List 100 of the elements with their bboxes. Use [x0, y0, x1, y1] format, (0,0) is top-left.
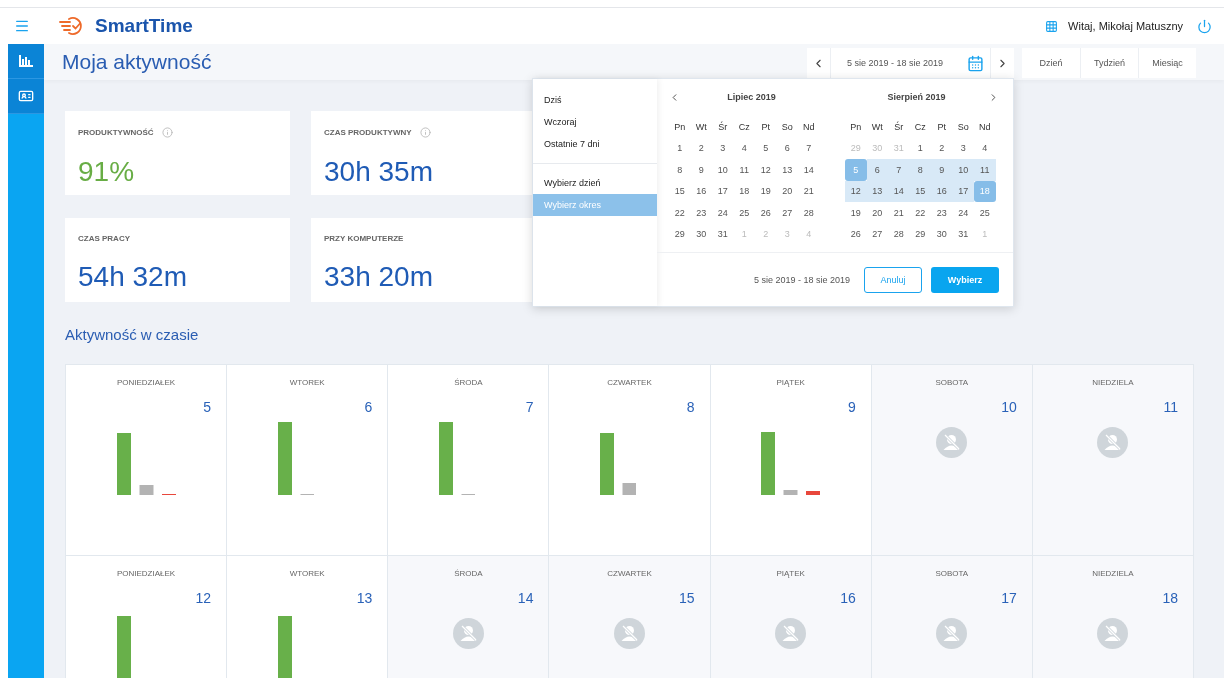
- calendar-day[interactable]: 7: [798, 137, 820, 159]
- calendar-day[interactable]: 19: [845, 202, 867, 224]
- calendar-day[interactable]: 21: [798, 180, 820, 202]
- calendar-day[interactable]: 4: [733, 137, 755, 159]
- user-off-icon: [614, 618, 645, 649]
- calendar-day[interactable]: 27: [866, 223, 888, 245]
- weekday-header: Nd: [802, 120, 816, 134]
- info-icon[interactable]: [419, 127, 431, 138]
- calendar-day[interactable]: 22: [909, 202, 931, 224]
- menu-icon[interactable]: [14, 18, 30, 34]
- weekday-label: WTOREK: [289, 378, 325, 387]
- calendar-day[interactable]: 10: [952, 159, 974, 181]
- calendar-day[interactable]: 31: [952, 223, 974, 245]
- calendar-day[interactable]: 23: [931, 202, 953, 224]
- month-title: Sierpień 2019: [886, 92, 947, 102]
- calendar-day[interactable]: 11: [974, 159, 996, 181]
- calendar-day[interactable]: 16: [690, 180, 712, 202]
- calendar-day[interactable]: 8: [909, 159, 931, 181]
- calendar-day[interactable]: 10: [712, 159, 734, 181]
- calendar-day[interactable]: 9: [690, 159, 712, 181]
- calendar-day[interactable]: 21: [888, 202, 910, 224]
- bar-chart-drawing: [600, 433, 637, 495]
- weekday-label: NIEDZIELA: [1092, 569, 1134, 578]
- calendar-day[interactable]: 12: [755, 159, 777, 181]
- calendar-day[interactable]: 28: [798, 202, 820, 224]
- day-number: 8: [686, 399, 695, 415]
- calendar-day[interactable]: 19: [755, 180, 777, 202]
- calendar-day[interactable]: 2: [931, 137, 953, 159]
- weekday-label: PIĄTEK: [776, 569, 805, 578]
- preset-option[interactable]: Dziś: [533, 89, 657, 111]
- selected-range-text: 5 sie 2019 - 18 sie 2019: [753, 274, 850, 285]
- weekday-label: WTOREK: [289, 569, 325, 578]
- calendar-day[interactable]: 25: [733, 202, 755, 224]
- weekday-header: Nd: [978, 120, 992, 134]
- weekday-label: PIĄTEK: [776, 378, 805, 387]
- day-number: 13: [356, 590, 373, 606]
- day-number: 9: [847, 399, 856, 415]
- calendar-day[interactable]: 18: [733, 180, 755, 202]
- calendar-day[interactable]: 24: [952, 202, 974, 224]
- calendar-day[interactable]: 17: [712, 180, 734, 202]
- calendar-day[interactable]: 1: [909, 137, 931, 159]
- bar-chart-drawing: [116, 433, 176, 495]
- stat-value: 54h 32m: [78, 261, 188, 293]
- calendar-day[interactable]: 20: [866, 202, 888, 224]
- calendar-day[interactable]: 25: [974, 202, 996, 224]
- calendar-day[interactable]: 13: [776, 159, 798, 181]
- apps-grid-icon[interactable]: [1045, 19, 1059, 33]
- calendar-day[interactable]: 4: [974, 137, 996, 159]
- calendar-day[interactable]: 14: [798, 159, 820, 181]
- bar-chart-drawing: [116, 616, 131, 678]
- calendar-day[interactable]: 30: [931, 223, 953, 245]
- day-number: 5: [203, 399, 212, 415]
- calendar-day[interactable]: 22: [669, 202, 691, 224]
- preset-option[interactable]: Ostatnie 7 dni: [533, 133, 657, 155]
- calendar-day[interactable]: 3: [712, 137, 734, 159]
- calendar-day[interactable]: 7: [888, 159, 910, 181]
- calendar-day[interactable]: 30: [690, 223, 712, 245]
- user-off-icon: [936, 427, 968, 458]
- weekday-label: SOBOTA: [935, 378, 969, 387]
- calendar-day[interactable]: 6: [776, 137, 798, 159]
- calendar-day[interactable]: 14: [888, 180, 910, 202]
- calendar-day[interactable]: 27: [776, 202, 798, 224]
- stat-value: 30h 35m: [324, 156, 434, 188]
- calendar-day[interactable]: 24: [712, 202, 734, 224]
- weekday-label: PONIEDZIAŁEK: [116, 378, 176, 387]
- bar-chart-icon[interactable]: [8, 44, 44, 79]
- calendar-day[interactable]: 16: [931, 180, 953, 202]
- calendar-day[interactable]: 29: [909, 223, 931, 245]
- calendar-day[interactable]: 31: [712, 223, 734, 245]
- calendar-day[interactable]: 28: [888, 223, 910, 245]
- calendar-day[interactable]: 5: [755, 137, 777, 159]
- info-icon[interactable]: [161, 127, 173, 138]
- calendar-day[interactable]: 26: [755, 202, 777, 224]
- calendar-day[interactable]: 6: [866, 159, 888, 181]
- id-card-icon[interactable]: [8, 79, 44, 114]
- calendar-day[interactable]: 23: [690, 202, 712, 224]
- weekday-header: So: [956, 120, 970, 134]
- stat-label: PRODUKTYWNOŚĆ: [78, 128, 154, 137]
- page-title: Moja aktywność: [62, 50, 212, 74]
- preset-option[interactable]: Wczoraj: [533, 111, 657, 133]
- preset-option[interactable]: Wybierz dzień: [533, 172, 657, 194]
- calendar-day[interactable]: 12: [845, 180, 867, 202]
- weekday-label: ŚRODA: [454, 569, 483, 578]
- weekday-label: ŚRODA: [454, 378, 483, 387]
- month-title: Lipiec 2019: [726, 92, 777, 102]
- calendar-day[interactable]: 15: [669, 180, 691, 202]
- calendar-day[interactable]: 20: [776, 180, 798, 202]
- calendar-day[interactable]: 1: [669, 137, 691, 159]
- calendar-day[interactable]: 9: [931, 159, 953, 181]
- calendar-day[interactable]: 3: [952, 137, 974, 159]
- calendar-day[interactable]: 29: [669, 223, 691, 245]
- calendar-day[interactable]: 8: [669, 159, 691, 181]
- calendar-day[interactable]: 2: [690, 137, 712, 159]
- weekday-header: Cz: [913, 120, 927, 134]
- weekday-header: Śr: [893, 120, 905, 134]
- weekday-label: NIEDZIELA: [1092, 378, 1134, 387]
- calendar-day[interactable]: 11: [733, 159, 755, 181]
- power-icon[interactable]: [1197, 18, 1212, 34]
- bar-chart-drawing: [761, 432, 821, 495]
- calendar-day[interactable]: 26: [845, 223, 867, 245]
